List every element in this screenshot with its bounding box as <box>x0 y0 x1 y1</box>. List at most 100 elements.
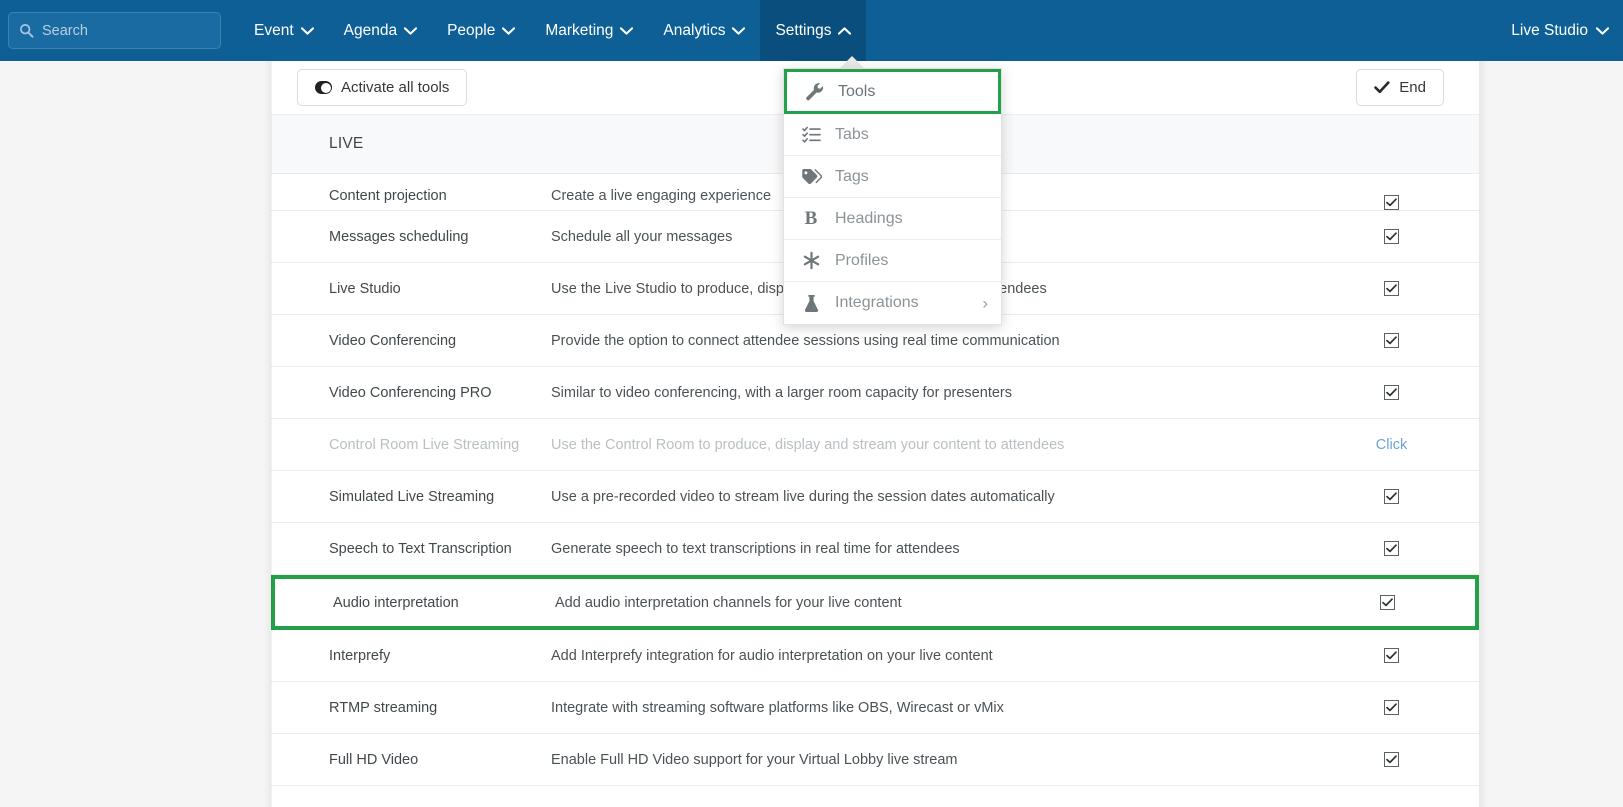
nav-label-event: Event <box>254 21 294 39</box>
nav-item-event[interactable]: Event <box>239 0 329 61</box>
tool-description: Use a pre-recorded video to stream live … <box>551 488 1055 505</box>
dropdown-item-headings[interactable]: B Headings <box>784 198 1001 240</box>
table-row[interactable]: Speech to Text Transcription Generate sp… <box>271 523 1479 575</box>
tool-action <box>1304 333 1479 348</box>
list-check-icon <box>798 126 824 143</box>
tool-checkbox[interactable] <box>1384 489 1399 504</box>
dropdown-label-tags: Tags <box>835 167 869 185</box>
dropdown-item-integrations[interactable]: Integrations › <box>784 282 1001 324</box>
tool-name: Messages scheduling <box>329 228 469 245</box>
chevron-down-icon <box>300 26 314 35</box>
search-icon <box>20 24 34 38</box>
dropdown-item-tags[interactable]: Tags <box>784 156 1001 198</box>
chevron-down-icon <box>404 26 418 35</box>
table-row[interactable]: RTMP streaming Integrate with streaming … <box>271 682 1479 734</box>
tool-checkbox[interactable] <box>1384 385 1399 400</box>
live-studio-label: Live Studio <box>1511 21 1588 39</box>
chevron-down-icon <box>620 26 634 35</box>
tool-description: Provide the option to connect attendee s… <box>551 332 1060 349</box>
tool-action <box>1304 281 1479 296</box>
chevron-down-icon <box>502 26 516 35</box>
tool-name: Video Conferencing <box>329 332 457 349</box>
tool-checkbox[interactable] <box>1384 333 1399 348</box>
section-title: LIVE <box>329 135 364 152</box>
chevron-down-icon <box>1596 26 1609 35</box>
nav-item-analytics[interactable]: Analytics <box>648 0 760 61</box>
tool-description: Integrate with streaming software platfo… <box>551 699 1004 716</box>
tool-action <box>1304 385 1479 400</box>
dropdown-label-tabs: Tabs <box>835 125 869 143</box>
table-row-highlighted[interactable]: Audio interpretation Add audio interpret… <box>271 575 1479 630</box>
tool-description: Similar to video conferencing, with a la… <box>551 384 1012 401</box>
chevron-right-icon: › <box>982 293 988 313</box>
tool-description: Use the Control Room to produce, display… <box>551 436 1065 453</box>
tool-checkbox[interactable] <box>1384 700 1399 715</box>
dropdown-label-tools: Tools <box>838 82 876 100</box>
tool-name: Video Conferencing PRO <box>329 384 492 401</box>
top-navigation-bar: Event Agenda People Marketing Analytics <box>0 0 1623 61</box>
flask-icon <box>798 294 824 313</box>
dropdown-item-profiles[interactable]: Profiles <box>784 240 1001 282</box>
end-button[interactable]: End <box>1356 69 1444 106</box>
tag-icon <box>798 168 824 185</box>
tool-name: Control Room Live Streaming <box>329 436 520 453</box>
activate-all-tools-button[interactable]: Activate all tools <box>297 69 468 106</box>
toggle-icon <box>315 81 332 94</box>
tool-name: Full HD Video <box>329 751 419 768</box>
nav-item-agenda[interactable]: Agenda <box>329 0 432 61</box>
tool-name: Speech to Text Transcription <box>329 540 512 557</box>
asterisk-icon <box>798 251 824 270</box>
search-input[interactable] <box>42 22 210 39</box>
check-icon <box>1374 81 1390 94</box>
table-row[interactable]: Interprefy Add Interprefy integration fo… <box>271 630 1479 682</box>
tool-action <box>1304 195 1479 210</box>
wrench-icon <box>801 82 827 101</box>
tool-action <box>1300 595 1475 610</box>
nav-item-marketing[interactable]: Marketing <box>530 0 648 61</box>
dropdown-item-tools[interactable]: Tools <box>784 69 1001 114</box>
tool-description: Add Interprefy integration for audio int… <box>551 647 993 664</box>
nav-label-people: People <box>447 21 496 39</box>
tool-action: Click <box>1304 437 1479 453</box>
nav-item-people[interactable]: People <box>432 0 530 61</box>
settings-dropdown-menu: Tools Tabs Tags B Headings Profiles Inte… <box>783 68 1002 325</box>
tool-checkbox[interactable] <box>1384 195 1399 210</box>
chevron-down-icon <box>732 26 746 35</box>
tool-name: Audio interpretation <box>333 594 459 611</box>
panel-left-shadow <box>264 61 272 807</box>
tool-checkbox[interactable] <box>1384 229 1399 244</box>
nav-item-settings[interactable]: Settings <box>760 0 867 61</box>
tool-name: Simulated Live Streaming <box>329 488 495 505</box>
search-box[interactable] <box>8 12 221 49</box>
tool-checkbox[interactable] <box>1384 648 1399 663</box>
table-row[interactable]: Full HD Video Enable Full HD Video suppo… <box>271 734 1479 786</box>
tool-action <box>1304 541 1479 556</box>
tool-name: Live Studio <box>329 280 401 297</box>
dropdown-item-tabs[interactable]: Tabs <box>784 114 1001 156</box>
tool-name: Interprefy <box>329 647 391 664</box>
tool-description: Add audio interpretation channels for yo… <box>555 594 902 611</box>
tool-checkbox[interactable] <box>1384 541 1399 556</box>
dropdown-label-profiles: Profiles <box>835 251 889 269</box>
nav-label-settings: Settings <box>775 21 832 39</box>
tool-checkbox[interactable] <box>1380 595 1395 610</box>
dropdown-label-integrations: Integrations <box>835 294 919 311</box>
tool-name: Content projection <box>329 188 447 204</box>
bold-b-icon: B <box>804 207 818 229</box>
live-studio-menu[interactable]: Live Studio <box>1511 0 1609 61</box>
table-row[interactable]: Control Room Live Streaming Use the Cont… <box>271 419 1479 471</box>
tool-action <box>1304 700 1479 715</box>
tool-action <box>1304 489 1479 504</box>
panel-right-shadow <box>1479 61 1488 807</box>
table-row[interactable]: Video Conferencing PRO Similar to video … <box>271 367 1479 419</box>
tool-description: Generate speech to text transcriptions i… <box>551 540 960 557</box>
nav-label-agenda: Agenda <box>343 21 398 39</box>
click-link[interactable]: Click <box>1376 437 1407 453</box>
dropdown-label-headings: Headings <box>835 209 903 227</box>
table-row[interactable]: Simulated Live Streaming Use a pre-recor… <box>271 471 1479 523</box>
tool-checkbox[interactable] <box>1384 281 1399 296</box>
tool-action <box>1304 752 1479 767</box>
tool-checkbox[interactable] <box>1384 752 1399 767</box>
chevron-up-icon <box>838 26 852 35</box>
nav-label-analytics: Analytics <box>663 21 726 39</box>
